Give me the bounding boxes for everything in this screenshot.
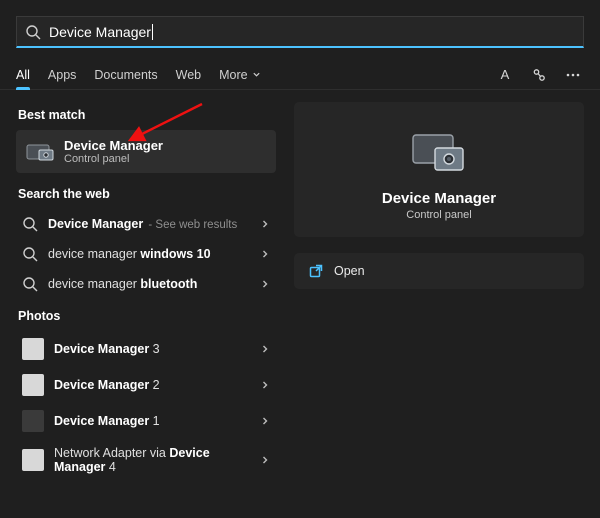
photo-result-item[interactable]: Device Manager 2 <box>16 367 276 403</box>
chevron-down-icon <box>252 70 261 79</box>
photo-result-item[interactable]: Device Manager 1 <box>16 403 276 439</box>
tabs-row: All Apps Documents Web More A <box>0 56 600 90</box>
preview-panel: Device Manager Control panel <box>294 102 584 237</box>
device-manager-large-icon <box>411 130 467 176</box>
tab-more[interactable]: More <box>219 60 260 89</box>
photo-thumb-icon <box>22 338 44 360</box>
section-best-match: Best match <box>18 108 276 122</box>
tab-documents[interactable]: Documents <box>94 60 157 89</box>
header-right-icons: A <box>494 64 584 86</box>
results-column: Best match Device Manager Control panel … <box>16 102 276 502</box>
filter-tabs: All Apps Documents Web More <box>16 60 261 89</box>
search-icon <box>22 246 38 262</box>
preview-subtitle: Control panel <box>406 209 471 221</box>
preview-title: Device Manager <box>382 190 496 207</box>
search-icon <box>22 216 38 232</box>
search-icon <box>25 24 41 40</box>
chevron-right-icon <box>260 455 270 465</box>
font-size-button[interactable]: A <box>494 64 516 86</box>
chevron-right-icon <box>260 344 270 354</box>
more-options-button[interactable] <box>562 64 584 86</box>
best-match-subtitle: Control panel <box>64 153 163 165</box>
search-icon <box>22 276 38 292</box>
photo-thumb-icon <box>22 449 44 471</box>
web-result-item[interactable]: Device Manager - See web results <box>16 209 276 239</box>
search-bar[interactable]: Device Manager <box>16 16 584 48</box>
photo-result-item[interactable]: Network Adapter via Device Manager 4 <box>16 439 276 482</box>
device-manager-icon <box>26 142 54 162</box>
photo-thumb-icon <box>22 374 44 396</box>
open-external-icon <box>308 263 324 279</box>
open-action[interactable]: Open <box>294 253 584 289</box>
main-area: Best match Device Manager Control panel … <box>0 90 600 518</box>
web-result-item[interactable]: device manager windows 10 <box>16 239 276 269</box>
photo-thumb-icon <box>22 410 44 432</box>
chevron-right-icon <box>260 416 270 426</box>
link-services-button[interactable] <box>528 64 550 86</box>
open-label: Open <box>334 264 365 278</box>
chevron-right-icon <box>260 249 270 259</box>
tab-apps[interactable]: Apps <box>48 60 77 89</box>
chevron-right-icon <box>260 380 270 390</box>
tab-all[interactable]: All <box>16 60 30 89</box>
chevron-right-icon <box>260 279 270 289</box>
preview-column: Device Manager Control panel Open <box>294 102 584 502</box>
chevron-right-icon <box>260 219 270 229</box>
best-match-item[interactable]: Device Manager Control panel <box>16 130 276 173</box>
section-search-web: Search the web <box>18 187 276 201</box>
search-input-value: Device Manager <box>49 24 151 40</box>
section-photos: Photos <box>18 309 276 323</box>
tab-web[interactable]: Web <box>176 60 201 89</box>
best-match-title: Device Manager <box>64 138 163 153</box>
web-result-item[interactable]: device manager bluetooth <box>16 269 276 299</box>
text-caret <box>152 24 153 40</box>
photo-result-item[interactable]: Device Manager 3 <box>16 331 276 367</box>
